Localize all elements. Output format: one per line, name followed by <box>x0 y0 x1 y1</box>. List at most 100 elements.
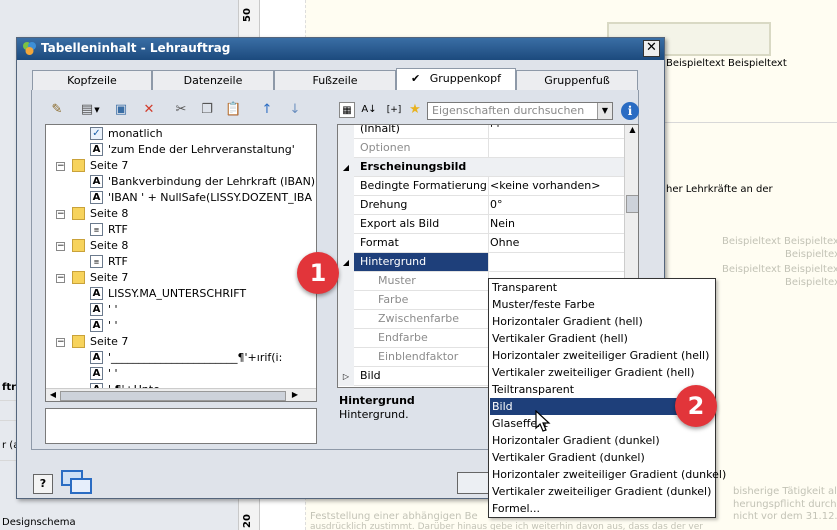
text-field-icon: A <box>90 367 103 380</box>
property-value: Ohne <box>490 236 520 249</box>
paste-icon[interactable]: 📋 <box>225 102 241 118</box>
sort-alpha-icon[interactable]: A↓ <box>361 102 377 118</box>
tree-item[interactable]: − Seite 8 <box>46 206 316 222</box>
dropdown-option[interactable]: Horizontaler Gradient (hell) <box>490 313 714 330</box>
close-button[interactable]: ✕ <box>643 40 660 57</box>
windows-icon[interactable] <box>61 470 93 496</box>
properties-icon[interactable]: ▣ <box>113 102 129 118</box>
dropdown-option[interactable]: Horizontaler zweiteiliger Gradient (dunk… <box>490 466 726 483</box>
property-label: Bild <box>360 369 381 382</box>
step-badge-1: 1 <box>297 252 339 294</box>
ruler-label: 20 <box>242 514 253 528</box>
tree-item[interactable]: A ' ' <box>46 366 316 382</box>
dropdown-option[interactable]: Vertikaler zweiteiliger Gradient (hell) <box>490 364 714 381</box>
categorized-icon[interactable]: ▦ <box>339 102 355 118</box>
folder-icon <box>72 335 85 348</box>
scroll-right-icon[interactable]: ▶ <box>289 390 301 401</box>
tree-item[interactable]: A ' ' <box>46 302 316 318</box>
favorite-star-icon[interactable]: ★ <box>407 102 423 118</box>
property-label: Farbe <box>378 293 409 306</box>
report-text: her Lehrkräfte an der <box>666 184 773 195</box>
property-row[interactable]: ◢ Hintergrund <box>338 253 624 272</box>
layer-tree[interactable]: ✓ monatlich A 'zum Ende der Lehrveranstaltu… <box>45 124 317 402</box>
tree-item[interactable]: ≡ RTF <box>46 254 316 270</box>
tab-gruppenfuss[interactable]: Gruppenfuß <box>516 70 638 90</box>
row-margin <box>338 234 354 253</box>
tree-item[interactable]: − Seite 7 <box>46 270 316 286</box>
scroll-thumb[interactable] <box>626 195 638 213</box>
tree-item[interactable]: A ' ' <box>46 318 316 334</box>
ok-button[interactable] <box>457 472 489 494</box>
dropdown-option[interactable]: Vertikaler Gradient (dunkel) <box>490 449 714 466</box>
property-value: <keine vorhanden> <box>490 179 601 192</box>
row-margin <box>338 125 354 139</box>
dropdown-option[interactable]: Vertikaler Gradient (hell) <box>490 330 714 347</box>
scroll-left-icon[interactable]: ◀ <box>47 390 59 401</box>
tree-item[interactable]: ✓ monatlich <box>46 126 316 142</box>
property-row[interactable]: Drehung 0° <box>338 196 624 215</box>
delete-icon[interactable]: ✕ <box>141 102 157 118</box>
tree-item[interactable]: A 'IBAN ' + NullSafe(LISSY.DOZENT_IBA <box>46 190 316 206</box>
tab-fusszeile[interactable]: Fußzeile <box>274 70 396 90</box>
collapse-icon[interactable]: − <box>56 162 65 171</box>
folder-icon <box>72 207 85 220</box>
info-icon[interactable]: i <box>621 102 639 120</box>
tree-item[interactable]: A '_______________________¶'+ırif(i: <box>46 350 316 366</box>
tree-item[interactable]: − Seite 8 <box>46 238 316 254</box>
property-row[interactable]: (Inhalt) ' ' <box>338 124 624 139</box>
bg-label: Designschema <box>2 517 76 528</box>
chevron-down-icon[interactable]: ▼ <box>597 103 612 119</box>
property-label: Drehung <box>360 198 408 211</box>
tree-item-label: 'Bankverbindung der Lehrkraft (IBAN) <box>108 175 316 188</box>
report-gray-text: Beispieltex <box>785 277 837 288</box>
tab-kopfzeile[interactable]: Kopfzeile <box>32 70 152 90</box>
property-search-input[interactable]: Eigenschaften durchsuchen ▼ <box>427 102 613 120</box>
tab-datenzeile[interactable]: Datenzeile <box>152 70 274 90</box>
tree-item[interactable]: ≡ RTF <box>46 222 316 238</box>
dropdown-option[interactable]: Horizontaler Gradient (dunkel) <box>490 432 714 449</box>
report-gray-text: bisherige Tätigkeit al <box>733 486 837 497</box>
expand-all-icon[interactable]: [+] <box>383 102 405 118</box>
collapse-icon[interactable]: − <box>56 210 65 219</box>
tree-item[interactable]: A LISSY.MA_UNTERSCHRIFT <box>46 286 316 302</box>
collapse-icon[interactable]: − <box>56 338 65 347</box>
property-row[interactable]: Format Ohne <box>338 234 624 253</box>
scroll-up-icon[interactable]: ▲ <box>627 125 638 139</box>
property-row[interactable]: Optionen <box>338 139 624 158</box>
tab-label: Gruppenkopf <box>429 72 501 85</box>
dropdown-option[interactable]: Transparent <box>490 279 714 296</box>
property-row[interactable]: Export als Bild Nein <box>338 215 624 234</box>
row-margin <box>338 177 354 196</box>
collapse-icon[interactable]: − <box>56 274 65 283</box>
tree-item[interactable]: A 'zum Ende der Lehrveranstaltung' <box>46 142 316 158</box>
copy-icon[interactable]: ❐ <box>199 102 215 118</box>
tree-item[interactable]: A 'Bankverbindung der Lehrkraft (IBAN) <box>46 174 316 190</box>
tree-item-label: RTF <box>108 223 128 236</box>
wand-icon[interactable]: ✎ <box>49 102 65 118</box>
dropdown-option[interactable]: Formel... <box>490 500 714 517</box>
dropdown-option[interactable]: Muster/feste Farbe <box>490 296 714 313</box>
scroll-thumb[interactable] <box>60 391 286 401</box>
dialog-title: Tabelleninhalt - Lehrauftrag <box>41 41 231 55</box>
rtf-icon: ≡ <box>90 255 103 268</box>
row-margin <box>338 272 354 291</box>
property-label: Format <box>360 236 399 249</box>
tree-item[interactable]: − Seite 7 <box>46 158 316 174</box>
chevron-down-icon[interactable]: ▼ <box>89 102 105 118</box>
move-down-icon[interactable]: ↓ <box>287 102 303 118</box>
tree-item[interactable]: − Seite 7 <box>46 334 316 350</box>
dropdown-option[interactable]: Horizontaler zweiteiliger Gradient (hell… <box>490 347 714 364</box>
help-button[interactable]: ? <box>33 474 53 494</box>
property-value: ' ' <box>490 124 500 135</box>
tab-gruppenkopf[interactable]: ✔ Gruppenkopf <box>396 68 516 91</box>
cut-icon[interactable]: ✂ <box>173 102 189 118</box>
description-box <box>45 408 317 444</box>
property-row[interactable]: ◢ Erscheinungsbild <box>338 158 624 177</box>
collapse-icon[interactable]: − <box>56 242 65 251</box>
property-row[interactable]: Bedingte Formatierung <keine vorhanden> <box>338 177 624 196</box>
tree-horizontal-scrollbar[interactable]: ◀ ▶ <box>46 388 316 401</box>
text-field-icon: A <box>90 287 103 300</box>
move-up-icon[interactable]: ↑ <box>259 102 275 118</box>
dialog-titlebar[interactable]: Tabelleninhalt - Lehrauftrag ✕ <box>17 38 664 60</box>
dropdown-option[interactable]: Vertikaler zweiteiliger Gradient (dunkel… <box>490 483 714 500</box>
